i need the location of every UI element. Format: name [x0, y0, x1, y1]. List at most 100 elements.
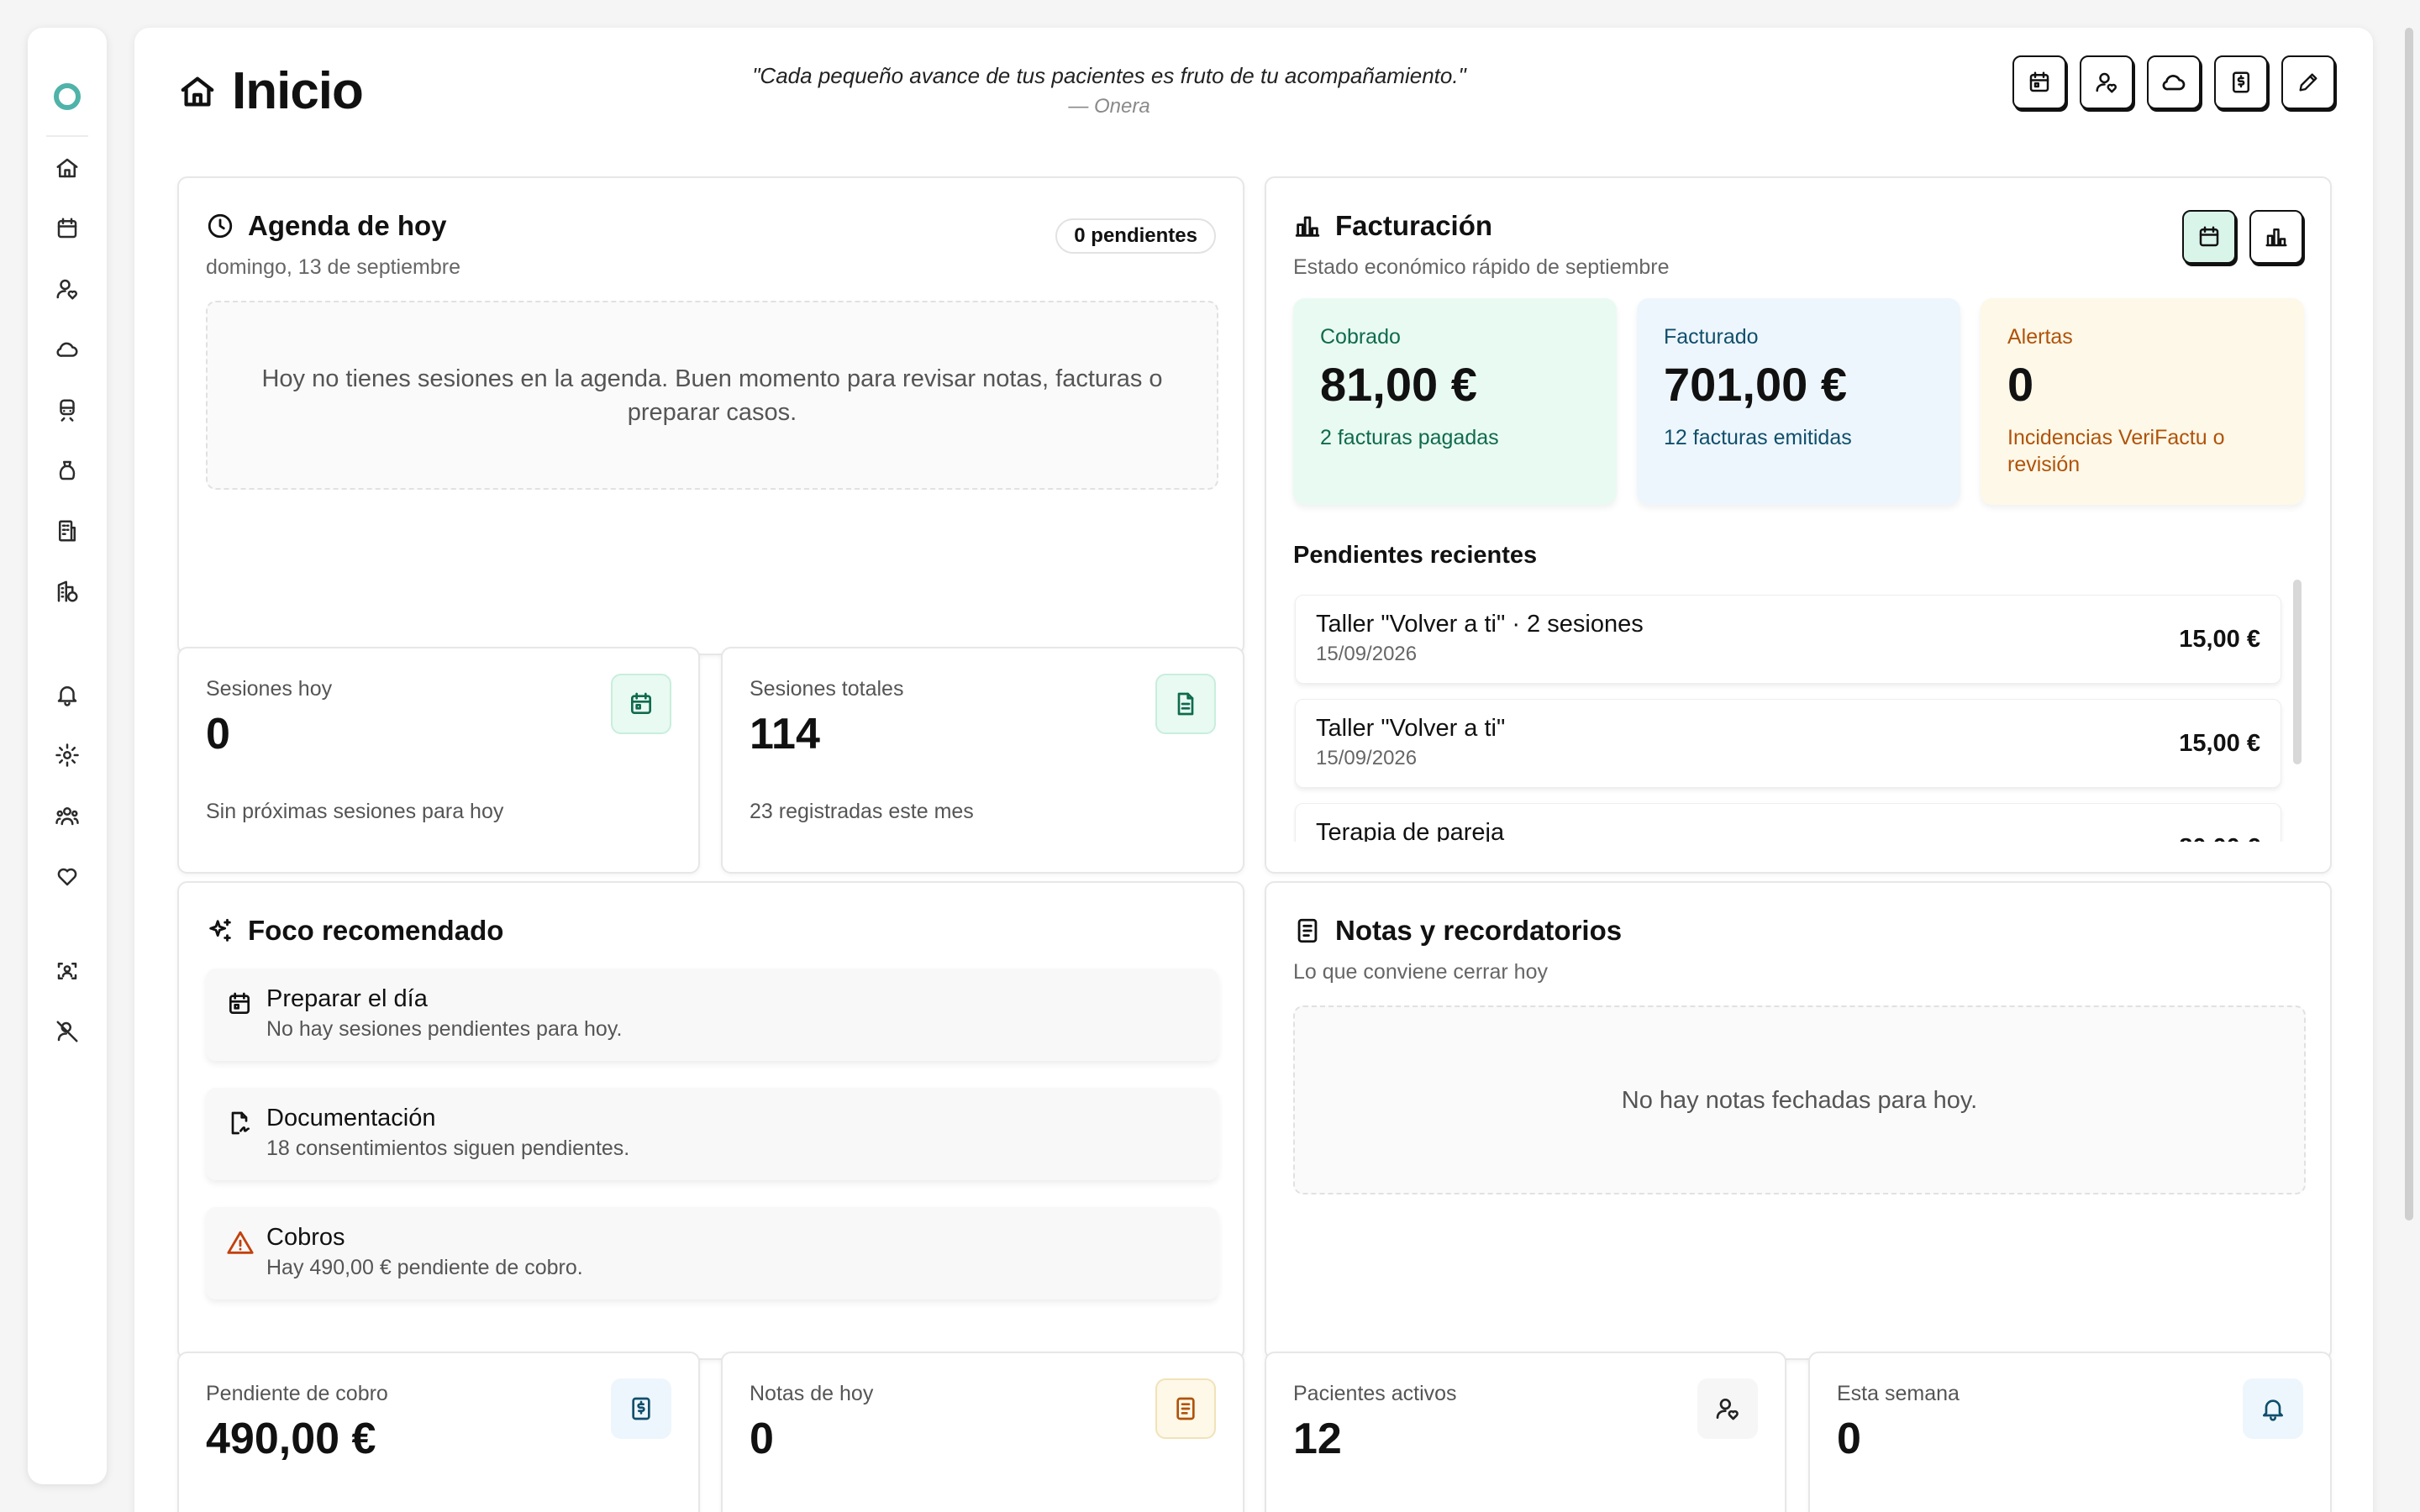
billing-view-toggle [2182, 210, 2303, 264]
calendar-icon [57, 218, 77, 239]
billing-collected-card[interactable]: Cobrado 81,00 € 2 facturas pagadas [1293, 298, 1617, 505]
pending-badge: 0 pendientes [1055, 218, 1216, 254]
bar-chart-icon [1295, 216, 1320, 237]
pending-amount: 80,00 € [2179, 834, 2260, 842]
sidebar-item-centers[interactable] [49, 512, 86, 549]
stat-label: Sesiones totales [750, 677, 904, 701]
billing-calendar-view-button[interactable] [2182, 210, 2236, 264]
stat-label: Esta semana [1837, 1382, 1960, 1405]
notes-subtitle: Lo que conviene cerrar hoy [1293, 960, 1548, 984]
motivational-quote: "Cada pequeño avance de tus pacientes es… [752, 63, 1466, 88]
sidebar-item-scan-user[interactable] [49, 953, 86, 990]
pending-row[interactable]: Taller "Volver a ti" 15/09/2026 15,00 € [1295, 699, 2281, 788]
focus-header: Foco recomendado [206, 915, 503, 947]
focus-item-documentation[interactable]: Documentación 18 consentimientos siguen … [206, 1088, 1218, 1180]
new-session-button[interactable] [2012, 55, 2066, 109]
edit-button[interactable] [2281, 55, 2335, 109]
calendar-icon [2029, 71, 2049, 92]
stat-card-sessions-today[interactable]: Sesiones hoy 0 Sin próximas sesiones par… [177, 647, 700, 874]
stat-label: Notas de hoy [750, 1382, 874, 1405]
new-patient-button[interactable] [2080, 55, 2133, 109]
card-footer: Incidencias VeriFactu o revisión [2007, 426, 2225, 476]
pending-row[interactable]: Terapia de pareja 80,00 € [1295, 803, 2281, 842]
stat-icon-box [1697, 1378, 1758, 1439]
sidebar-item-workshops[interactable] [49, 391, 86, 428]
page-scrollbar[interactable] [2405, 28, 2413, 1221]
sparkles-icon [209, 918, 231, 942]
file-signature-icon [231, 1111, 250, 1135]
stat-icon-box [2243, 1378, 2303, 1439]
header-actions [2012, 55, 2335, 109]
focus-item-prepare-day[interactable]: Preparar el día No hay sesiones pendient… [206, 969, 1218, 1061]
focus-item-title: Cobros [266, 1224, 345, 1251]
home-icon [56, 158, 78, 178]
sidebar-item-favorites[interactable] [49, 858, 86, 895]
billing-header: Facturación [1293, 210, 1492, 242]
focus-card: Foco recomendado Preparar el día No hay … [177, 881, 1244, 1360]
sidebar-item-billing-centers[interactable] [49, 573, 86, 610]
app-logo[interactable] [54, 83, 81, 110]
card-label: Facturado [1664, 325, 1759, 349]
cloud-icon [56, 342, 78, 357]
stat-value: 114 [750, 710, 820, 759]
stat-card-active-patients[interactable]: Pacientes activos 12 [1265, 1352, 1786, 1512]
bag-icon [59, 460, 76, 480]
pending-scrollbar[interactable] [2293, 580, 2302, 764]
building-money-icon [57, 580, 78, 602]
card-value: 701,00 € [1664, 358, 1847, 411]
pending-title: Pendientes recientes [1293, 542, 1538, 569]
cloud-icon [2162, 75, 2186, 91]
stat-card-pending-payment[interactable]: Pendiente de cobro 490,00 € [177, 1352, 700, 1512]
notes-empty-state: No hay notas fechadas para hoy. [1293, 1005, 2306, 1194]
new-invoice-button[interactable] [2214, 55, 2268, 109]
focus-item-subtitle: No hay sesiones pendientes para hoy. [266, 1017, 623, 1041]
stat-card-notes-today[interactable]: Notas de hoy 0 [721, 1352, 1244, 1512]
pending-amount: 15,00 € [2179, 626, 2260, 653]
sidebar-item-home[interactable] [49, 150, 86, 186]
billing-chart-view-button[interactable] [2249, 210, 2303, 264]
card-footer: 12 facturas emitidas [1664, 426, 1852, 449]
sidebar-divider [46, 135, 88, 137]
pending-amount: 15,00 € [2179, 730, 2260, 757]
patients-icon [56, 279, 78, 300]
agenda-empty-state: Hoy no tienes sesiones en la agenda. Bue… [206, 301, 1218, 490]
sidebar-item-logout[interactable] [49, 1013, 86, 1050]
sidebar-item-cloud[interactable] [49, 331, 86, 368]
invoice-icon [632, 1397, 650, 1420]
stat-card-sessions-total[interactable]: Sesiones totales 114 23 registradas este… [721, 647, 1244, 874]
sidebar-item-notifications[interactable] [49, 676, 86, 713]
bell-icon [2263, 1399, 2283, 1421]
stat-label: Pendiente de cobro [206, 1382, 388, 1405]
warning-icon [227, 1231, 254, 1254]
calendar-icon [2199, 226, 2219, 247]
sidebar-item-calendar[interactable] [49, 210, 86, 247]
patient-icon [2096, 72, 2118, 93]
pending-row[interactable]: Taller "Volver a ti" · 2 sesiones 15/09/… [1295, 595, 2281, 684]
stat-label: Sesiones hoy [206, 677, 333, 701]
stat-icon-box [1155, 674, 1216, 734]
billing-invoiced-card[interactable]: Facturado 701,00 € 12 facturas emitidas [1637, 298, 1960, 505]
focus-title: Foco recomendado [248, 915, 504, 946]
sidebar-item-patients[interactable] [49, 270, 86, 307]
billing-title: Facturación [1335, 210, 1493, 241]
calendar-icon [229, 992, 250, 1014]
sidebar-item-resources[interactable] [49, 452, 86, 489]
focus-item-payments[interactable]: Cobros Hay 490,00 € pendiente de cobro. [206, 1207, 1218, 1299]
invoice-icon [2233, 71, 2249, 93]
stat-label: Pacientes activos [1293, 1382, 1457, 1405]
focus-item-subtitle: 18 consentimientos siguen pendientes. [266, 1137, 630, 1160]
sidebar-item-team[interactable] [49, 797, 86, 834]
bell-icon [57, 686, 77, 706]
billing-alerts-card[interactable]: Alertas 0 Incidencias VeriFactu o revisi… [1981, 298, 2304, 505]
stat-icon-box [611, 674, 671, 734]
notes-title: Notas y recordatorios [1335, 915, 1623, 946]
cloud-button[interactable] [2147, 55, 2201, 109]
stat-icon-box [611, 1378, 671, 1439]
card-label: Cobrado [1320, 325, 1401, 349]
agenda-header: Agenda de hoy [206, 210, 447, 242]
sidebar-item-settings[interactable] [49, 737, 86, 774]
focus-item-subtitle: Hay 490,00 € pendiente de cobro. [266, 1256, 583, 1279]
card-value: 0 [2007, 358, 2034, 411]
scan-user-icon [57, 963, 77, 979]
stat-card-this-week[interactable]: Esta semana 0 [1808, 1352, 2332, 1512]
